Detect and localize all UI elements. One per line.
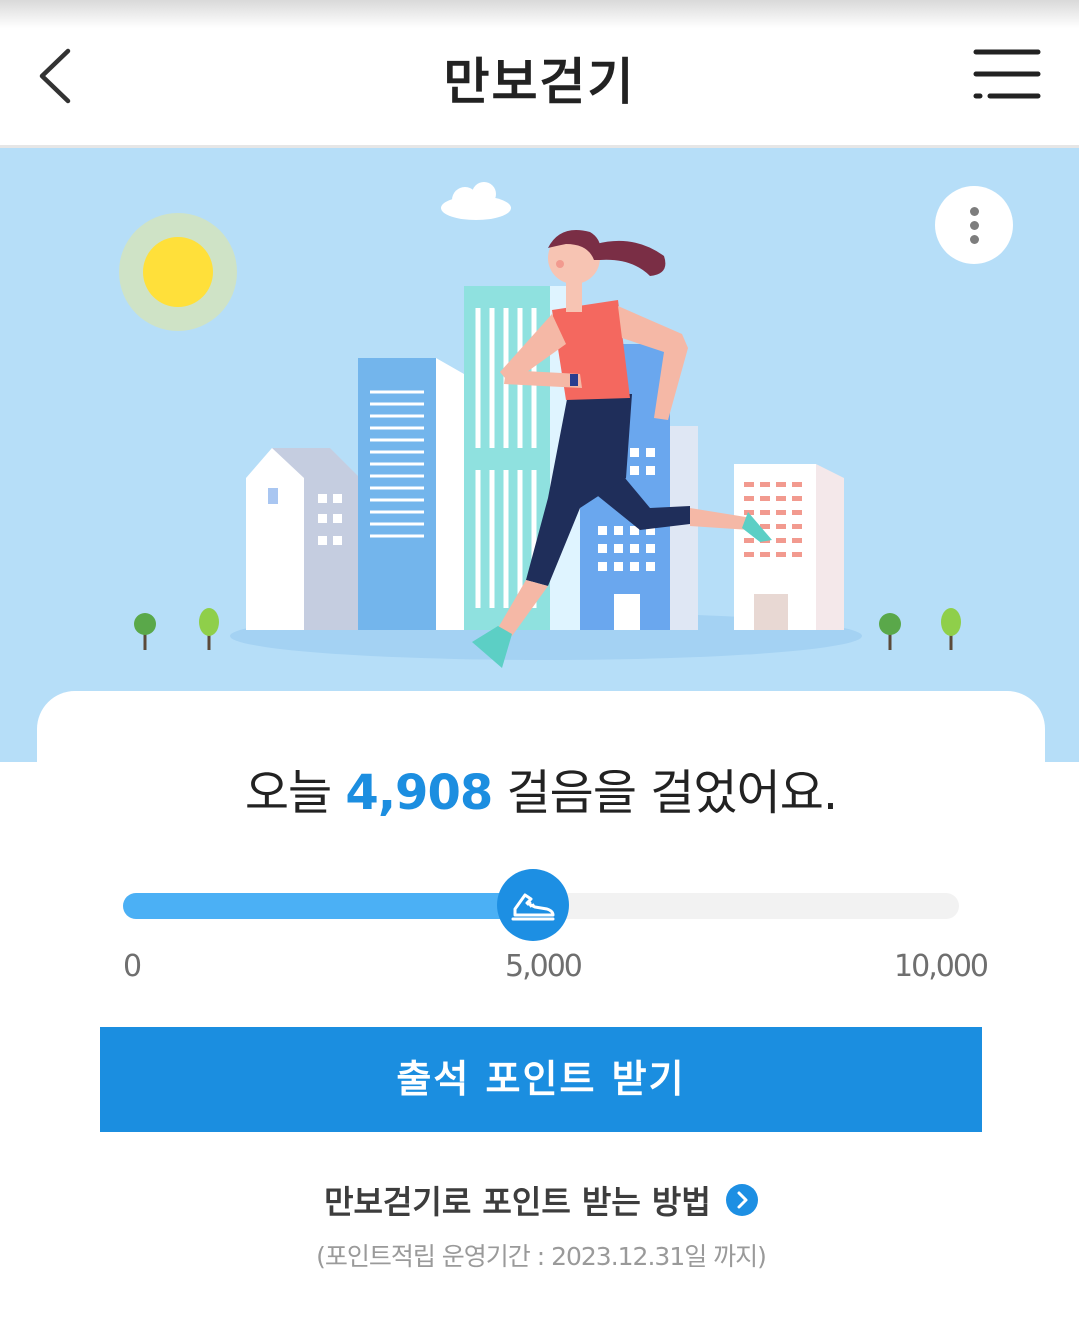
claim-points-button[interactable]: 출석 포인트 받기: [100, 1027, 982, 1132]
sun: [143, 237, 213, 307]
sneaker-icon: [511, 893, 555, 921]
cloud: [441, 182, 511, 220]
running-woman-illustration: [119, 182, 961, 668]
house-left: [246, 448, 358, 630]
menu-button[interactable]: [968, 48, 1044, 104]
steps-headline: 오늘 4,908 걸음을 걸었어요.: [37, 753, 1045, 823]
hamburger-menu-icon: [973, 49, 1041, 99]
progress-thumb[interactable]: [497, 869, 569, 941]
step-count: 4,908: [345, 765, 493, 821]
page-title: 만보걷기: [443, 53, 636, 111]
tower-blue: [358, 358, 464, 630]
steps-card: 오늘 4,908 걸음을 걸었어요. 0 5,000 10,000 출석 포인트…: [37, 691, 1045, 1331]
how-to-earn-link[interactable]: 만보걷기로 포인트 받는 방법: [37, 1177, 1045, 1223]
how-to-earn-label: 만보걷기로 포인트 받는 방법: [324, 1183, 711, 1221]
hero-banner: [0, 148, 1079, 762]
progress-label-mid: 5,000: [505, 949, 583, 984]
more-options-button[interactable]: [935, 186, 1013, 264]
status-bar-shade: [0, 0, 1079, 28]
chevron-right-icon: [725, 1184, 758, 1216]
more-vertical-icon: [970, 207, 979, 216]
steps-prefix: 오늘: [244, 765, 332, 821]
operation-period-note: (포인트적립 운영기간 : 2023.12.31일 까지): [316, 1242, 767, 1271]
steps-suffix: 걸음을 걸었어요.: [506, 765, 839, 821]
step-progress-fill: [123, 893, 533, 919]
building-pink: [734, 464, 844, 630]
app-header: 만보걷기: [0, 28, 1079, 148]
progress-label-min: 0: [123, 949, 142, 984]
progress-label-max: 10,000: [894, 949, 989, 984]
